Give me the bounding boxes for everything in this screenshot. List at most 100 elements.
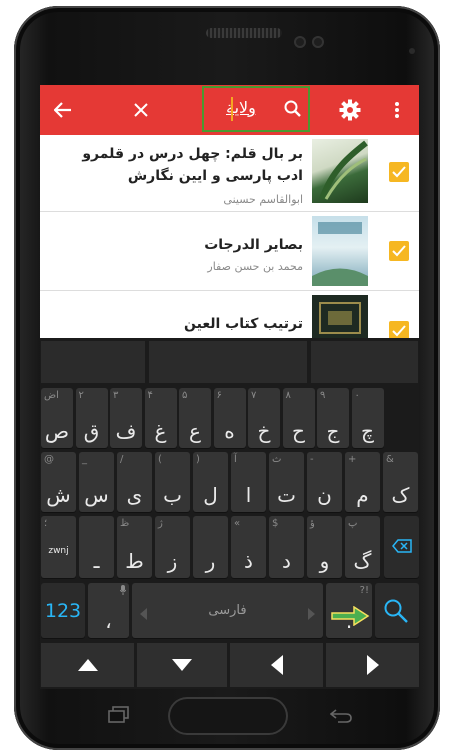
cursor-right-key[interactable]	[326, 643, 419, 687]
key-label: ـ	[93, 549, 100, 573]
key-label: ن	[317, 483, 332, 507]
search-icon	[383, 598, 409, 628]
keyboard-key[interactable]: ص اض	[41, 388, 73, 448]
proximity-sensor	[312, 36, 324, 48]
key-label: ه	[224, 419, 235, 443]
cursor-left-key[interactable]	[230, 643, 323, 687]
checkbox[interactable]	[389, 241, 409, 261]
earpiece-speaker	[206, 28, 282, 38]
key-hint: ث	[272, 454, 282, 465]
book-title: بصاير الدرجات	[204, 237, 303, 253]
key-label: ی	[126, 483, 143, 507]
back-icon[interactable]	[329, 708, 352, 727]
key-label: س	[84, 483, 109, 507]
suggestion-slot[interactable]	[41, 341, 145, 383]
text-cursor	[231, 97, 233, 121]
keyboard-key[interactable]: س _	[79, 452, 114, 512]
search-field-highlight[interactable]: ولاية	[202, 86, 310, 132]
key-hint: ۸	[285, 390, 291, 401]
key-label: و	[319, 549, 330, 573]
gear-icon[interactable]	[334, 85, 366, 135]
key-hint: $	[272, 518, 279, 529]
backspace-icon	[392, 538, 412, 557]
keyboard-key[interactable]: م +	[345, 452, 380, 512]
key-hint: &	[386, 454, 394, 465]
keyboard-key[interactable]: ذ «	[231, 516, 266, 578]
key-label: ش	[46, 483, 71, 507]
keyboard-key[interactable]: ق۲	[75, 388, 108, 448]
more-vertical-icon[interactable]	[385, 85, 409, 135]
keyboard-key[interactable]: زژ	[155, 516, 190, 578]
search-key[interactable]	[375, 583, 419, 638]
key-hint: @	[44, 454, 54, 465]
key-label: ل	[203, 483, 218, 507]
home-button[interactable]	[168, 697, 288, 735]
keyboard-key[interactable]: خ۷	[248, 388, 280, 448]
recent-apps-icon[interactable]	[108, 706, 130, 728]
key-label: ج	[326, 419, 340, 443]
arrow-left-icon[interactable]	[48, 85, 78, 135]
keyboard-key[interactable]: گپ	[345, 516, 380, 578]
key-label: ف	[115, 419, 137, 443]
keyboard-key[interactable]: ف۳	[110, 388, 142, 448]
keyboard-key[interactable]: ب(	[155, 452, 190, 512]
comma-key[interactable]: ،	[88, 583, 129, 638]
keyboard-key[interactable]: چ۰	[351, 388, 384, 448]
keyboard-key[interactable]: ن-	[307, 452, 342, 512]
suggestion-slot[interactable]	[149, 341, 307, 383]
numbers-key[interactable]: 123	[41, 583, 85, 638]
book-title: ترتيب كتاب العين	[184, 316, 303, 332]
keyboard-key[interactable]: وؤ	[307, 516, 342, 578]
screen: ولاية بر بال قلم: چهل درس در قلمرو ادب پ…	[40, 85, 419, 689]
mic-icon	[119, 585, 127, 598]
keyboard-key[interactable]: ـ	[79, 516, 114, 578]
book-author: محمد بن حسن صفار	[207, 260, 303, 273]
key-hint: ۹	[320, 390, 326, 401]
keyboard-key[interactable]: طظ	[117, 516, 152, 578]
keyboard-key[interactable]: ی /	[117, 452, 152, 512]
key-hint: «	[234, 518, 241, 529]
list-item[interactable]: ترتيب كتاب العين	[40, 291, 419, 342]
light-sensor	[409, 48, 415, 54]
keyboard-key[interactable]: ش @	[41, 452, 76, 512]
keyboard-key[interactable]: ر	[193, 516, 228, 578]
key-hint: ۲	[78, 390, 84, 401]
checkbox[interactable]	[389, 162, 409, 182]
keyboard-key[interactable]: تث	[269, 452, 304, 512]
keyboard: ص اض ق ۲ ف ۳ غ ۴ ع ۵ ه ۶ خ ۷ ح ۸ ج ۹ چ ۰ ش @ س _ ی / ب(ل) ا آ ت ث ن - م +…	[40, 338, 419, 689]
keyboard-key[interactable]: اآ	[231, 452, 266, 512]
key-hint: (	[158, 454, 162, 465]
key-label: ح	[292, 419, 305, 443]
keyboard-key[interactable]: ه۶	[213, 388, 246, 448]
keyboard-key[interactable]: ج۹	[317, 388, 349, 448]
keyboard-key[interactable]: د $	[269, 516, 304, 578]
book-cover-image	[312, 216, 368, 286]
key-hint: _	[82, 454, 87, 465]
suggestion-slot[interactable]	[311, 341, 418, 383]
cursor-up-key[interactable]	[41, 643, 134, 687]
backspace-key[interactable]	[384, 516, 419, 578]
key-label: ب	[163, 483, 182, 507]
list-item[interactable]: بصاير الدرجات محمد بن حسن صفار	[40, 212, 419, 291]
key-hint: ۷	[251, 390, 257, 401]
close-icon[interactable]	[126, 85, 156, 135]
keyboard-key[interactable]: ع۵	[179, 388, 211, 448]
search-toolbar: ولاية	[40, 85, 419, 135]
spacebar[interactable]: فارسی	[132, 583, 323, 638]
key-label: خ	[257, 419, 271, 443]
keyboard-key[interactable]: غ۴	[144, 388, 177, 448]
keyboard-key[interactable]: ک &	[383, 452, 418, 512]
key-label: ط	[125, 549, 144, 573]
chevron-right-icon	[307, 605, 315, 624]
keyboard-key[interactable]: ح۸	[282, 388, 315, 448]
search-icon[interactable]	[284, 100, 302, 122]
list-item[interactable]: بر بال قلم: چهل درس در قلمرو ادب پارسی و…	[40, 135, 419, 212]
key-hint: ۴	[147, 390, 153, 401]
book-title: بر بال قلم: چهل درس در قلمرو ادب پارسی و…	[82, 146, 303, 184]
keyboard-key[interactable]: zwnj ؛	[41, 516, 76, 578]
keyboard-key[interactable]: ل)	[193, 452, 228, 512]
key-label: ت	[277, 483, 296, 507]
key-label: ع	[189, 419, 201, 443]
cursor-down-key[interactable]	[137, 643, 227, 687]
key-label: ز	[167, 549, 178, 573]
